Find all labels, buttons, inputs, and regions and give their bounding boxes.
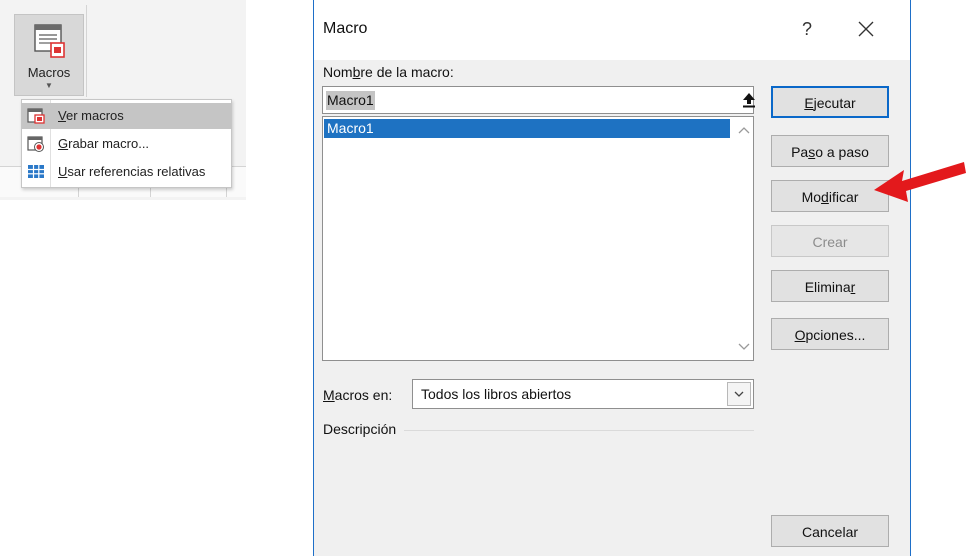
macros-in-label: Macros en: [323,387,393,403]
scroll-up-icon[interactable] [737,123,751,137]
collapse-dialog-button[interactable] [737,88,761,112]
macros-label: Macros [27,65,71,80]
menu-item-label: Grabar macro... [58,136,150,151]
macro-name-label: Nombre de la macro: [323,64,454,80]
macro-dialog: Macro ? Nombre de la macro: Macro1 Macro… [313,0,911,556]
macro-name-value: Macro1 [326,91,375,110]
close-button[interactable] [848,14,884,44]
ribbon-separator [86,5,87,97]
macros-in-value: Todos los libros abiertos [421,386,572,402]
create-button: Crear [771,225,889,257]
menu-item-label: Ver macros [58,108,124,123]
macros-icon [34,24,65,58]
run-button[interactable]: Ejecutar [771,86,889,118]
chevron-down-icon: ▼ [45,81,53,90]
step-into-button[interactable]: Paso a paso [771,135,889,167]
relative-references-icon [28,165,44,178]
macro-name-input[interactable]: Macro1 [322,86,755,114]
dialog-title-bar: Macro ? [314,0,910,60]
macros-dropdown-menu: Ver macros Grabar macro... Usar referenc… [21,99,232,188]
list-item[interactable]: Macro1 [324,119,730,138]
delete-button[interactable]: Eliminar [771,270,889,302]
menu-item-view-macros[interactable]: Ver macros [22,103,231,129]
description-label: Descripción [323,421,397,437]
arrow-up-icon [743,93,755,108]
dialog-title: Macro [323,20,368,37]
annotation-arrow-icon [874,162,966,202]
menu-item-record-macro[interactable]: Grabar macro... [22,131,231,157]
options-button[interactable]: Opciones... [771,318,889,350]
view-macros-icon [27,108,45,124]
record-macro-icon [27,136,44,152]
menu-item-label: Usar referencias relativas [58,164,206,179]
dropdown-button[interactable] [727,382,751,406]
scroll-down-icon[interactable] [737,339,751,353]
close-icon [858,21,874,37]
edit-button[interactable]: Modificar [771,180,889,212]
macro-list[interactable]: Macro1 [322,116,754,361]
chevron-down-icon [734,391,744,397]
help-button[interactable]: ? [792,14,822,44]
macros-ribbon-button[interactable]: Macros ▼ [14,14,84,96]
description-divider [404,430,754,431]
macros-in-select[interactable]: Todos los libros abiertos [412,379,754,409]
menu-item-relative-references[interactable]: Usar referencias relativas [22,159,231,185]
cancel-button[interactable]: Cancelar [771,515,889,547]
